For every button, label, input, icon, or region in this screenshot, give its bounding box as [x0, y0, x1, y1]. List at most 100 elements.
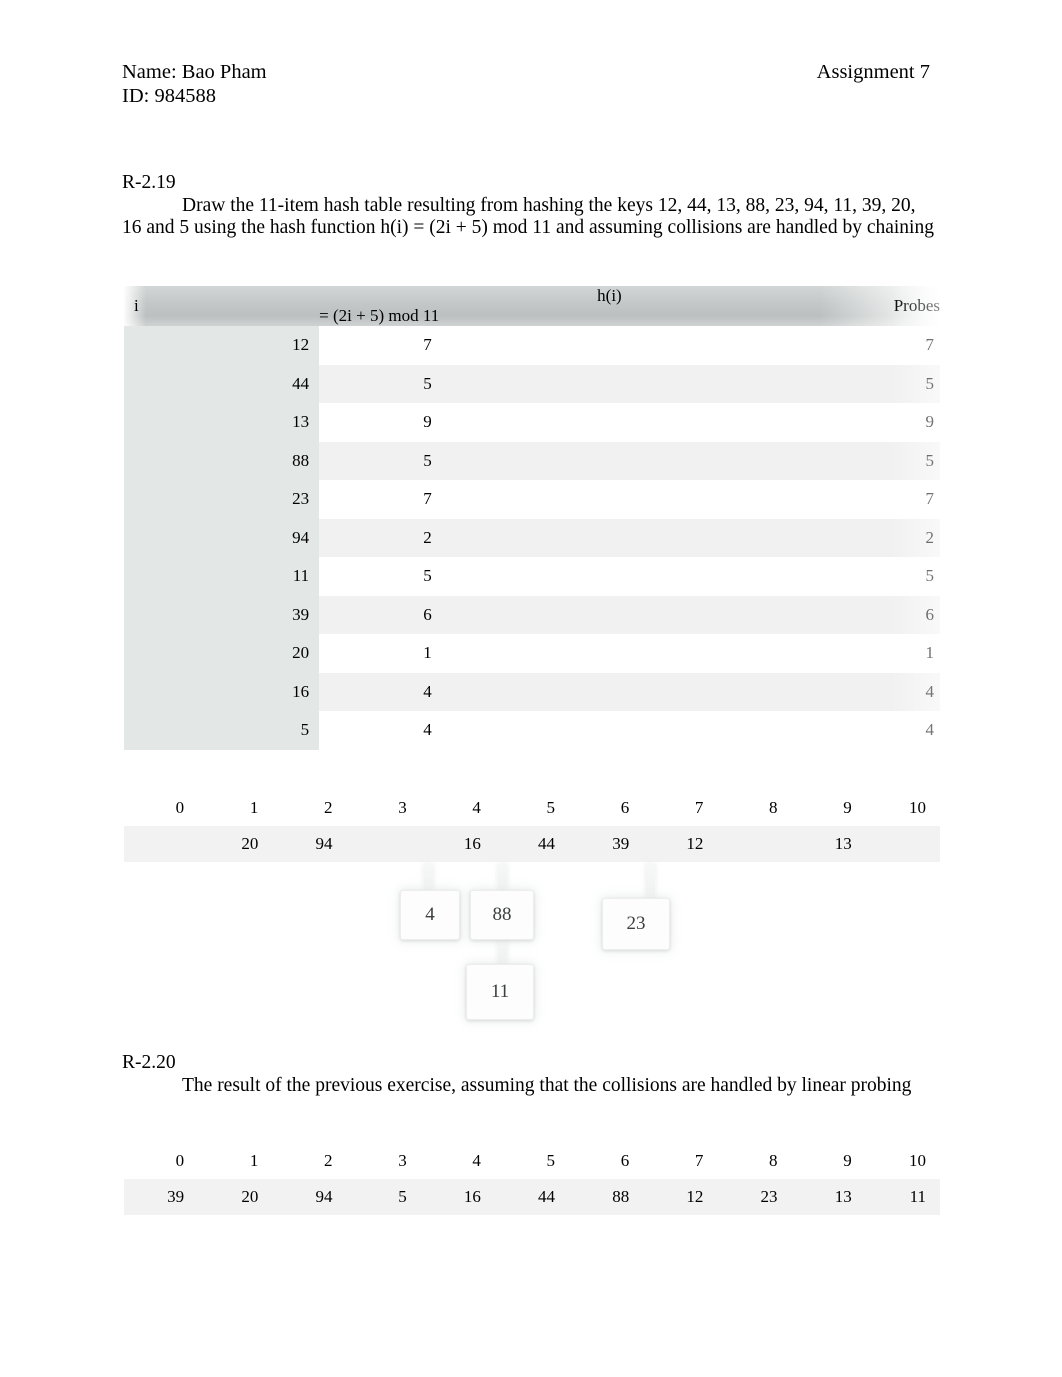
chaining-index-cell-10: 10 — [865, 790, 940, 826]
probes-header-probes: Probes — [621, 286, 940, 326]
probes-header-i: i — [124, 286, 320, 326]
chaining-index-cell-6: 6 — [569, 790, 644, 826]
chaining-value-cell-10 — [865, 826, 940, 862]
probes-header-probes-label: Probes — [893, 296, 940, 315]
chain-node-88: 88 — [470, 890, 534, 940]
problem-r220: R-2.20 The result of the previous exerci… — [122, 1052, 934, 1097]
probes-cell-key: 23 — [124, 480, 320, 519]
table-row: 88 5 5 — [124, 441, 940, 480]
probes-table-body: 12 7 7 44 5 5 13 9 9 88 5 5 23 7 7 94 2 2 11 5 5 39 6 6 20 1 1 16 4 4… — [124, 326, 940, 750]
probes-cell-hash: 5 — [319, 441, 622, 480]
probes-table: i h(i) = (2i + 5) mod 11 Probes 12 7 7 44 5 5… — [124, 286, 940, 750]
linear-value-cell-7: 12 — [643, 1179, 718, 1215]
linear-value-cell-5: 44 — [494, 1179, 570, 1215]
linear-index-cell-0: 0 — [124, 1143, 199, 1179]
probes-cell-hash: 9 — [319, 403, 622, 442]
chaining-value-cell-4: 16 — [420, 826, 495, 862]
header-line-2: ID: 984588 — [122, 84, 930, 108]
probes-header-h: h(i) = (2i + 5) mod 11 — [319, 286, 622, 326]
chain-connector-slot4 — [424, 864, 433, 892]
student-id: ID: 984588 — [122, 85, 216, 107]
probes-cell-hash: 2 — [319, 518, 622, 557]
probes-cell-key: 11 — [124, 557, 320, 596]
linear-index-cell-1: 1 — [198, 1143, 273, 1179]
chaining-value-cell-0 — [124, 826, 199, 862]
chaining-hash-table: 0 1 2 3 4 5 6 7 8 9 10 20 94 16 44 39 12 13 — [124, 790, 940, 862]
student-name: Name: Bao Pham — [122, 61, 267, 83]
linear-index-cell-5: 5 — [494, 1143, 570, 1179]
probes-cell-key: 39 — [124, 595, 320, 634]
table-row: 12 7 7 — [124, 326, 940, 365]
probes-header-i-label: i — [134, 296, 139, 315]
linear-index-cell-9: 9 — [791, 1143, 866, 1179]
probes-cell-probes: 4 — [621, 711, 940, 750]
probes-cell-key: 12 — [124, 326, 320, 365]
probes-cell-key: 44 — [124, 364, 320, 403]
linear-index-cell-10: 10 — [865, 1143, 940, 1179]
table-row: 20 1 1 — [124, 634, 940, 673]
probes-cell-key: 20 — [124, 634, 320, 673]
probes-cell-probes: 6 — [621, 595, 940, 634]
chaining-index-cell-0: 0 — [124, 790, 199, 826]
problem-r220-label: R-2.20 — [122, 1052, 176, 1073]
table-row: 13 9 9 — [124, 403, 940, 442]
linear-value-cell-9: 13 — [791, 1179, 866, 1215]
probes-cell-hash: 5 — [319, 557, 622, 596]
chaining-index-cell-3: 3 — [346, 790, 421, 826]
probes-cell-hash: 6 — [319, 595, 622, 634]
header-line-1: Name: Bao Pham Assignment 7 — [122, 60, 930, 84]
chain-node-23: 23 — [602, 898, 670, 950]
probes-cell-probes: 7 — [621, 326, 940, 365]
linear-index-row: 0 1 2 3 4 5 6 7 8 9 10 — [124, 1143, 940, 1179]
document-page: Name: Bao Pham Assignment 7 ID: 984588 R… — [0, 0, 1062, 1377]
linear-value-cell-0: 39 — [124, 1179, 199, 1215]
chaining-index-cell-5: 5 — [494, 790, 570, 826]
probes-cell-probes: 5 — [621, 557, 940, 596]
problem-r219: R-2.19 Draw the 11-item hash table resul… — [122, 172, 934, 240]
linear-index-cell-3: 3 — [346, 1143, 421, 1179]
chaining-value-cell-2: 94 — [272, 826, 347, 862]
probes-cell-hash: 7 — [319, 480, 622, 519]
probes-table-head: i h(i) = (2i + 5) mod 11 Probes — [124, 286, 940, 326]
linear-value-cell-3: 5 — [346, 1179, 421, 1215]
probes-cell-probes: 4 — [621, 672, 940, 711]
chaining-index-cell-7: 7 — [643, 790, 718, 826]
chaining-value-cell-9: 13 — [791, 826, 866, 862]
chain-connector-slot5 — [498, 864, 507, 892]
probes-cell-key: 5 — [124, 711, 320, 750]
linear-index-cell-2: 2 — [272, 1143, 347, 1179]
linear-value-cell-10: 11 — [865, 1179, 940, 1215]
probes-cell-key: 13 — [124, 403, 320, 442]
chaining-index-cell-2: 2 — [272, 790, 347, 826]
linear-value-cell-6: 88 — [569, 1179, 644, 1215]
chaining-value-row: 20 94 16 44 39 12 13 — [124, 826, 940, 862]
probes-cell-hash: 5 — [319, 364, 622, 403]
table-row: 44 5 5 — [124, 364, 940, 403]
linear-value-row: 39 20 94 5 16 44 88 12 23 13 11 — [124, 1179, 940, 1215]
chain-connector-slot7 — [646, 864, 655, 900]
probes-table-header-row: i h(i) = (2i + 5) mod 11 Probes — [124, 286, 940, 326]
chaining-index-cell-9: 9 — [791, 790, 866, 826]
chaining-value-cell-5: 44 — [494, 826, 570, 862]
chaining-value-cell-8 — [717, 826, 792, 862]
chain-connector-88-to-11 — [498, 938, 507, 966]
chaining-value-cell-3 — [346, 826, 421, 862]
linear-index-cell-4: 4 — [420, 1143, 495, 1179]
probes-cell-probes: 1 — [621, 634, 940, 673]
chaining-value-cell-1: 20 — [198, 826, 273, 862]
table-row: 11 5 5 — [124, 557, 940, 596]
probes-cell-hash: 1 — [319, 634, 622, 673]
linear-value-cell-4: 16 — [420, 1179, 495, 1215]
table-row: 544 — [124, 711, 940, 750]
linear-index-cell-7: 7 — [643, 1143, 718, 1179]
chain-node-11: 11 — [466, 964, 534, 1020]
document-header: Name: Bao Pham Assignment 7 ID: 984588 — [122, 60, 930, 108]
probes-cell-key: 16 — [124, 672, 320, 711]
problem-r219-body: Draw the 11-item hash table resulting fr… — [122, 194, 934, 239]
chaining-value-cell-7: 12 — [643, 826, 718, 862]
header-background-i — [124, 286, 320, 326]
linear-value-cell-8: 23 — [717, 1179, 792, 1215]
linear-index-cell-8: 8 — [717, 1143, 792, 1179]
probes-cell-probes: 2 — [621, 518, 940, 557]
probes-cell-probes: 7 — [621, 480, 940, 519]
